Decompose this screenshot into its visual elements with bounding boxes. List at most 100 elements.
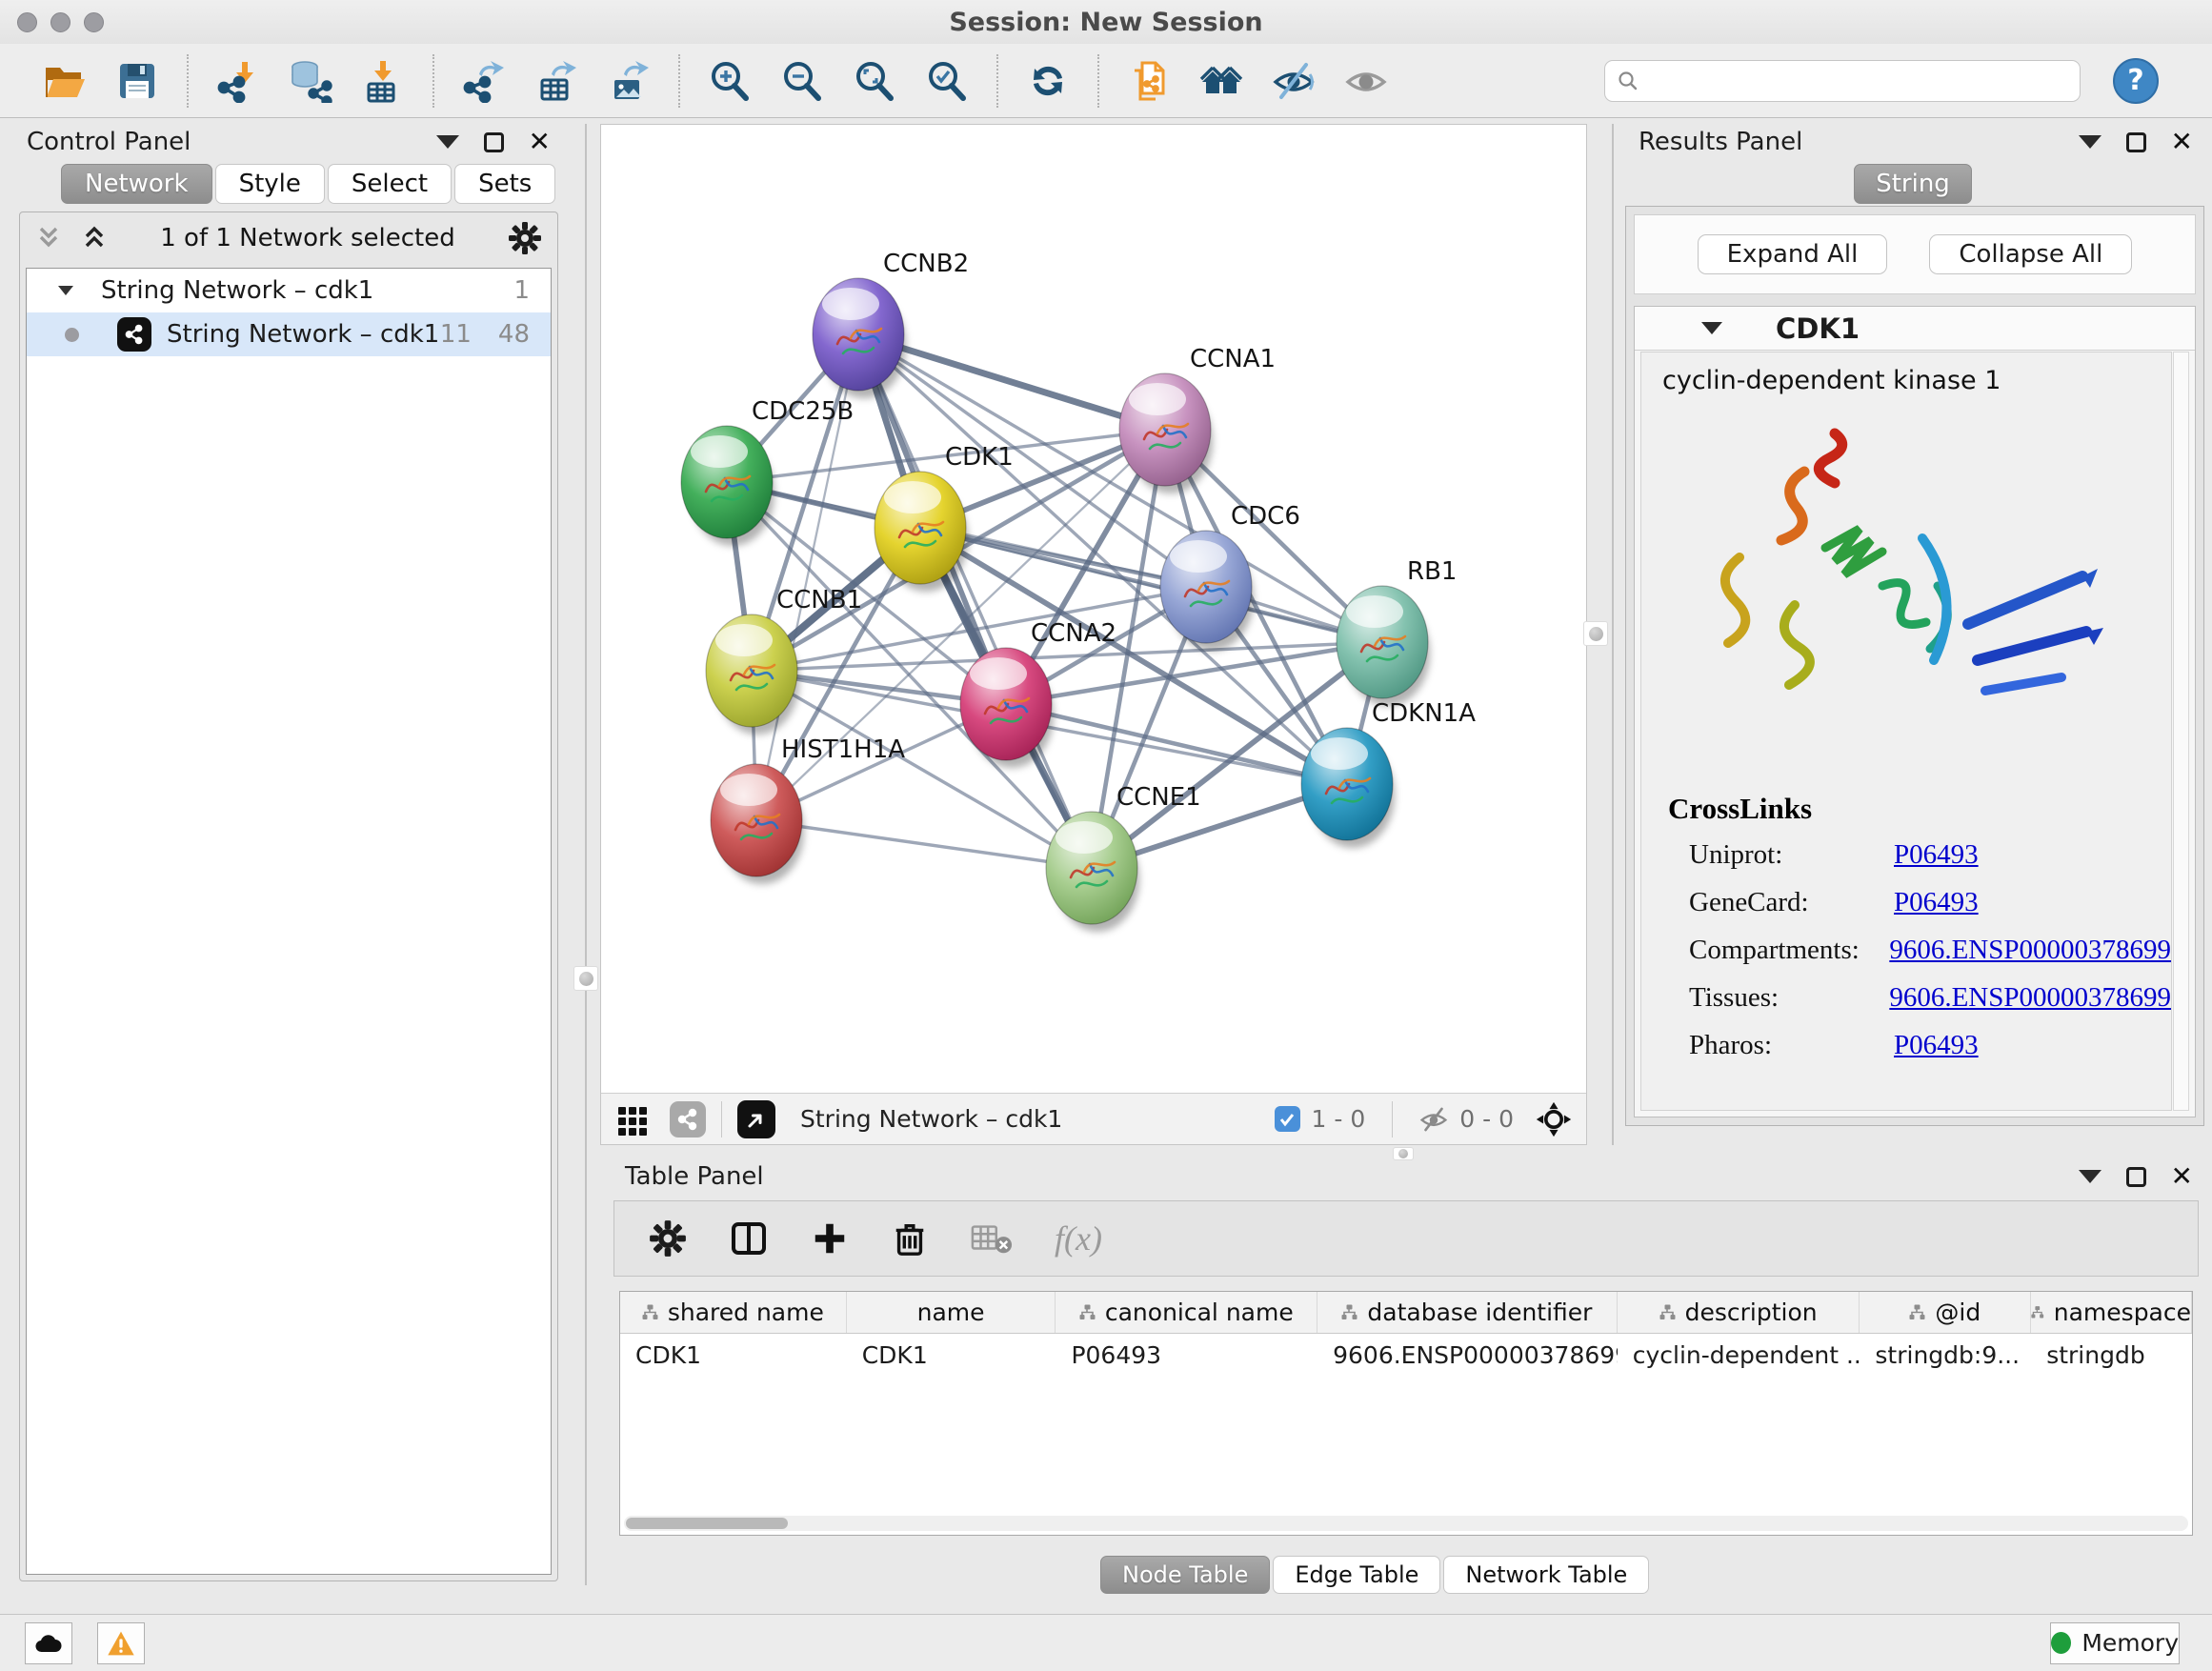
node-RB1[interactable]: RB1 [1337,557,1457,706]
table-settings-gear-icon[interactable] [649,1219,687,1258]
node-label-CDKN1A: CDKN1A [1372,699,1476,728]
column-header-description[interactable]: description [1618,1292,1860,1333]
save-session-button[interactable] [112,53,162,109]
collapse-all-icon[interactable] [35,225,62,252]
memory-button[interactable]: Memory [2050,1622,2180,1664]
fit-selected-icon[interactable] [1535,1100,1573,1138]
warnings-button[interactable] [97,1622,145,1664]
node-CCNB2[interactable]: CCNB2 [813,250,969,398]
node-CCNE1[interactable]: CCNE1 [1046,783,1201,932]
tab-select[interactable]: Select [328,164,452,204]
zoom-selected-button[interactable] [922,53,972,109]
column-header--id[interactable]: @id [1860,1292,2031,1333]
left-splitter-handle[interactable] [573,966,598,991]
search-input[interactable] [1647,68,2068,94]
panel-menu-icon[interactable] [2079,135,2101,149]
import-table-file-button[interactable] [358,53,408,109]
hide-selected-button[interactable] [1269,53,1318,109]
table-cell[interactable]: cyclin-dependent ... [1618,1334,1860,1376]
table-cell[interactable]: CDK1 [847,1334,1056,1376]
export-image-button[interactable] [604,53,654,109]
delete-column-icon[interactable] [891,1219,929,1258]
tab-style[interactable]: Style [215,164,325,204]
crosslink-value-link[interactable]: P06493 [1894,1030,1979,1061]
node-CCNB1[interactable]: CCNB1 [706,586,862,735]
network-graph[interactable]: CCNB2CCNA1CDC25BCDK1CDC6RB1CCNB1CCNA2CDK… [601,125,1586,1093]
help-button[interactable]: ? [2113,58,2159,104]
zoom-fit-button[interactable] [850,53,899,109]
title-bar: Session: New Session [0,0,2212,44]
tab-sets[interactable]: Sets [454,164,555,204]
export-network-button[interactable] [459,53,509,109]
close-panel-icon[interactable]: ✕ [529,129,551,155]
add-column-icon[interactable] [811,1219,849,1258]
table-row[interactable]: CDK1CDK1P064939606.ENSP00000378699cyclin… [620,1334,2192,1376]
table-cell[interactable]: stringdb:9... [1860,1334,2031,1376]
column-label: description [1685,1299,1818,1326]
close-panel-icon[interactable]: ✕ [2171,129,2193,155]
node-CDKN1A[interactable]: CDKN1A [1301,699,1476,848]
crosslink-value-link[interactable]: P06493 [1894,839,1979,871]
show-columns-icon[interactable] [729,1218,769,1258]
open-in-window-icon[interactable] [737,1100,775,1138]
gear-icon[interactable] [508,221,542,255]
show-all-button[interactable] [1341,53,1391,109]
right-splitter[interactable] [1612,124,1614,1145]
tab-edge-table[interactable]: Edge Table [1273,1556,1440,1594]
network-canvas[interactable]: CCNB2CCNA1CDC25BCDK1CDC6RB1CCNB1CCNA2CDK… [601,125,1586,1093]
export-table-button[interactable] [532,53,581,109]
grid-view-icon[interactable] [616,1103,649,1136]
zoom-in-button[interactable] [705,53,754,109]
table-cell[interactable]: 9606.ENSP00000378699 [1317,1334,1618,1376]
table-hscrollbar[interactable] [624,1516,2188,1531]
search-field[interactable] [1604,60,2081,102]
import-network-file-button[interactable] [213,53,263,109]
panel-menu-icon[interactable] [436,135,459,149]
cloud-button[interactable] [25,1622,72,1664]
import-network-database-button[interactable] [286,53,335,109]
column-header-canonical-name[interactable]: canonical name [1056,1292,1317,1333]
node-CCNA1[interactable]: CCNA1 [1119,345,1276,493]
close-panel-icon[interactable]: ✕ [2171,1163,2193,1190]
column-header-database-identifier[interactable]: database identifier [1317,1292,1618,1333]
first-neighbors-button[interactable] [1196,53,1246,109]
column-header-name[interactable]: name [847,1292,1056,1333]
panel-menu-icon[interactable] [2079,1170,2101,1183]
table-cell[interactable]: P06493 [1056,1334,1317,1376]
crosslink-value-link[interactable]: P06493 [1894,887,1979,918]
crosslink-value-link[interactable]: 9606.ENSP00000378699 [1889,982,2171,1014]
expand-all-icon[interactable] [81,225,108,252]
node-HIST1H1A[interactable]: HIST1H1A [711,735,905,884]
export-network-icon [462,59,506,103]
left-splitter[interactable] [585,124,587,1585]
collapse-all-button[interactable]: Collapse All [1929,234,2132,274]
tab-network-table[interactable]: Network Table [1443,1556,1649,1594]
selected-items-checkbox[interactable] [1275,1106,1300,1132]
tab-node-table[interactable]: Node Table [1100,1556,1270,1594]
table-cell[interactable]: CDK1 [620,1334,847,1376]
float-panel-icon[interactable] [2126,1167,2146,1187]
gene-section-header[interactable]: CDK1 [1635,307,2195,351]
copy-network-button[interactable] [1124,53,1174,109]
column-label: database identifier [1367,1299,1592,1326]
float-panel-icon[interactable] [2126,132,2146,152]
expand-all-button[interactable]: Expand All [1698,234,1888,274]
column-header-shared-name[interactable]: shared name [620,1292,847,1333]
results-scrollbar[interactable] [2173,352,2189,1111]
tab-network[interactable]: Network [61,164,212,204]
float-panel-icon[interactable] [484,132,504,152]
section-expander-icon[interactable] [1701,322,1722,334]
zoom-out-button[interactable] [777,53,827,109]
network-row[interactable]: String Network – cdk1 11 48 [27,312,551,356]
table-cell[interactable]: stringdb [2031,1334,2192,1376]
tab-string[interactable]: String [1854,164,1972,204]
right-splitter-handle[interactable] [1583,621,1608,646]
column-header-namespace[interactable]: namespace [2031,1292,2192,1333]
edge-CCNB2-CCNE1[interactable] [858,334,1092,868]
network-collection-row[interactable]: String Network – cdk1 1 [27,269,551,312]
crosslink-value-link[interactable]: 9606.ENSP00000378699 [1889,935,2171,966]
edge-HIST1H1A-CCNE1[interactable] [756,820,1092,868]
open-session-button[interactable] [40,53,90,109]
tree-expander-icon[interactable] [55,280,76,301]
apply-style-button[interactable] [1023,53,1073,109]
